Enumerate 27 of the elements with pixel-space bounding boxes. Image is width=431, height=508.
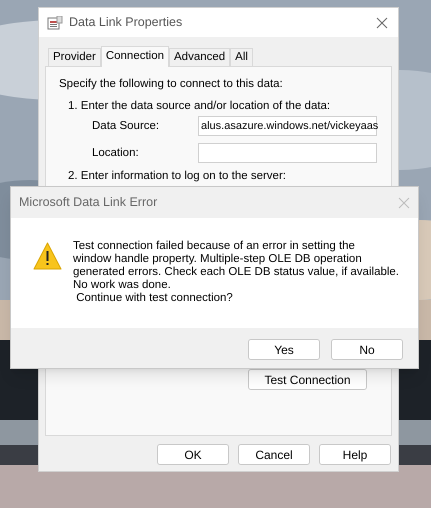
error-message-line: Continue with test connection? [75,292,234,305]
error-message-line: generated errors. Check each OLE DB status value, if available. [73,266,400,279]
dialog-button[interactable]: OK [157,444,229,465]
dialog-button[interactable]: Help [319,444,391,465]
error-message-line: Test connection failed because of an error in setting the [73,240,356,253]
tab[interactable]: Connection [100,46,170,67]
window-title: Data Link Properties [69,14,184,32]
step-heading: 1. Enter the data source and/or location of the data: [68,99,332,113]
test-connection-button[interactable]: Test Connection [248,369,367,390]
app-icon [47,16,63,30]
field-label: Location: [92,146,140,160]
close-icon[interactable] [376,16,388,28]
field-label: Data Source: [92,119,160,133]
error-message-line: window handle property. Multiple-step OLE DB operation [73,253,363,266]
error-message-line: No work was done. [73,279,172,292]
step-heading: 2. Enter information to log on to the server: [68,169,287,183]
dialog-button[interactable]: Yes [248,339,320,360]
dialog-button[interactable]: No [331,339,403,360]
dialog-button[interactable]: Cancel [238,444,310,465]
dialog-title: Microsoft Data Link Error [19,194,158,212]
tab[interactable]: Provider [48,48,101,66]
warning-icon [33,242,62,270]
intro-text: Specify the following to connect to this data: [59,77,284,91]
text-field[interactable]: alus.asazure.windows.net/vickeyaas [198,116,377,136]
text-field[interactable] [198,143,377,163]
tab[interactable]: All [230,48,253,66]
tab[interactable]: Advanced [169,48,230,66]
